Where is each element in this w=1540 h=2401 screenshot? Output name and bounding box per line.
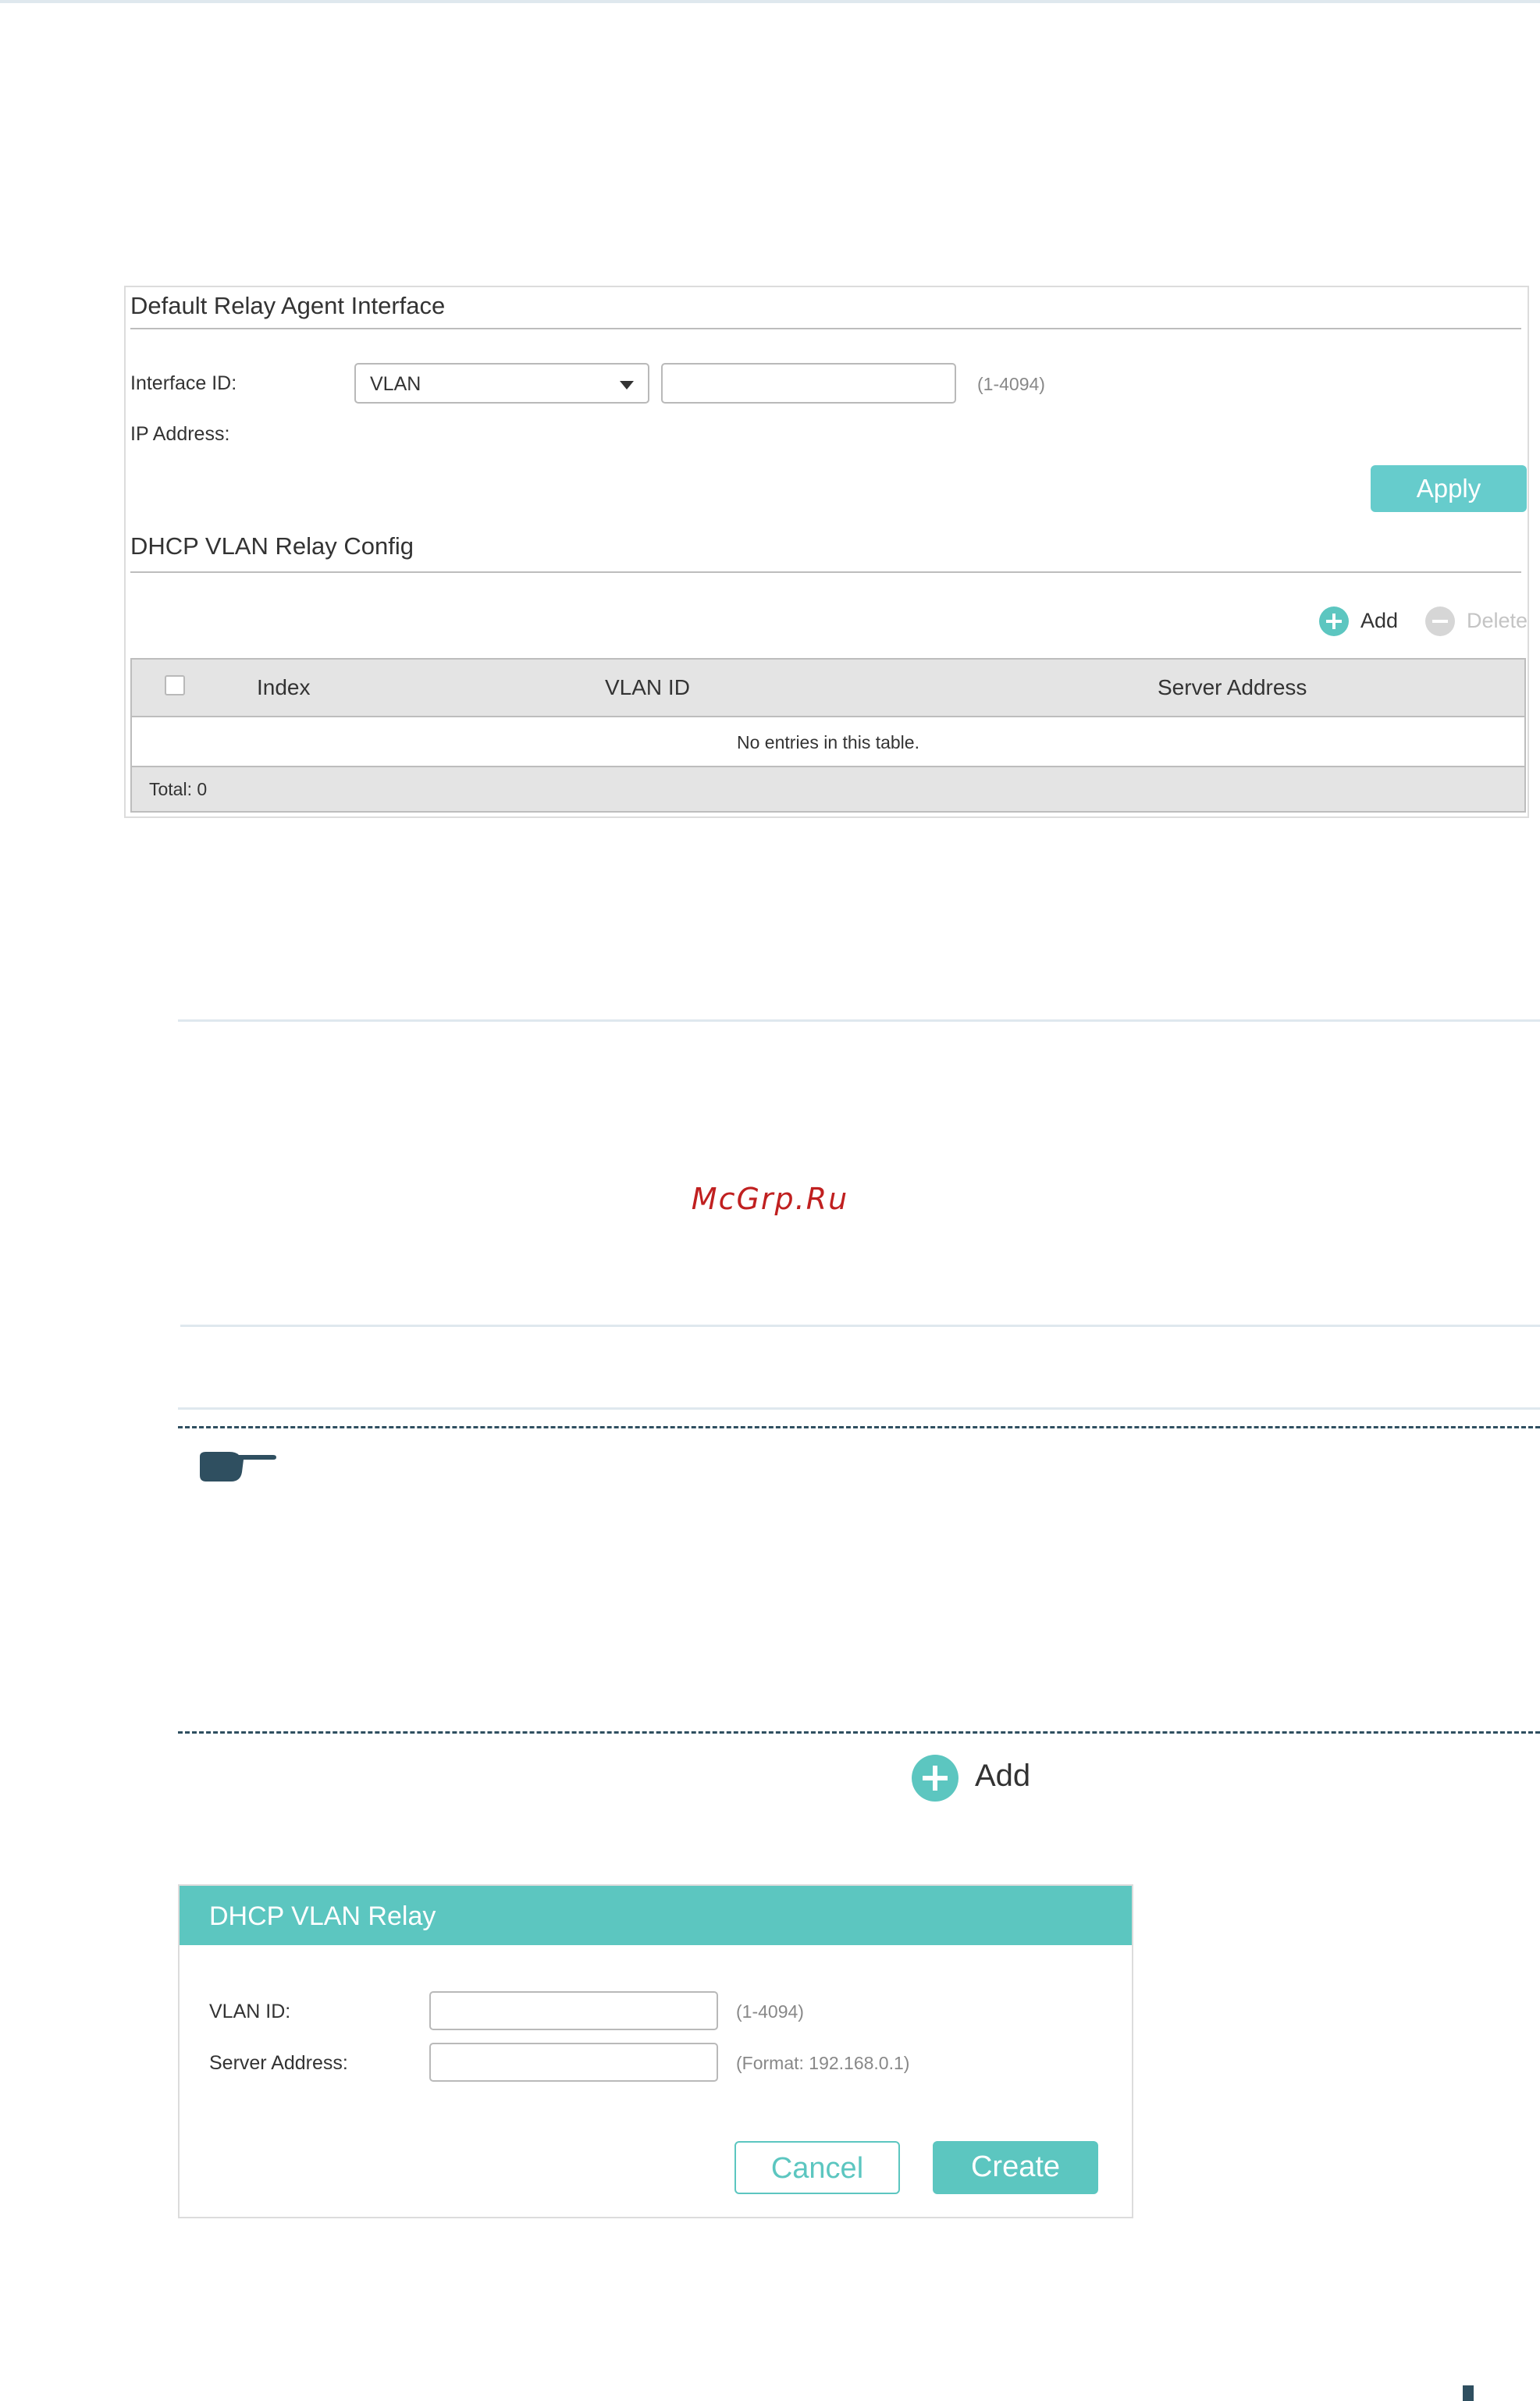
note-bottom-dashed-rule [178, 1731, 1540, 1734]
dialog-header: DHCP VLAN Relay [180, 1886, 1132, 1945]
delete-entry-button[interactable]: Delete [1467, 609, 1528, 633]
add-button-label: Add [975, 1759, 1031, 1793]
column-vlan-id: VLAN ID [605, 675, 690, 699]
top-divider [0, 0, 1540, 3]
apply-button[interactable]: Apply [1371, 465, 1527, 512]
table-footer: Total: 0 [132, 766, 1524, 811]
interface-id-hint: (1-4094) [977, 374, 1045, 394]
column-server-address: Server Address [1158, 675, 1307, 699]
dhcp-vlan-relay-dialog: DHCP VLAN Relay VLAN ID: (1-4094) Server… [178, 1884, 1133, 2218]
select-all-checkbox[interactable] [165, 675, 185, 695]
empty-table-message: No entries in this table. [737, 732, 919, 752]
add-entry-button[interactable]: Add [1360, 609, 1398, 633]
dialog-title: DHCP VLAN Relay [209, 1901, 436, 1931]
section-divider [130, 571, 1521, 573]
server-address-label: Server Address: [209, 2052, 348, 2074]
cancel-button[interactable]: Cancel [734, 2141, 900, 2194]
column-index: Index [257, 675, 311, 699]
table-header: Index VLAN ID Server Address [132, 660, 1524, 717]
total-count: Total: 0 [149, 779, 208, 799]
relay-config-panel: Default Relay Agent Interface Interface … [124, 286, 1529, 818]
default-relay-section-title: Default Relay Agent Interface [130, 292, 446, 319]
caret-down-icon [620, 381, 634, 389]
watermark: McGrp.Ru [691, 1182, 849, 1216]
add-icon[interactable] [1319, 606, 1349, 636]
vlan-id-input[interactable] [429, 1991, 718, 2030]
note-top-dashed-rule [178, 1426, 1540, 1428]
interface-id-input[interactable] [661, 363, 956, 404]
horizontal-rule [180, 1325, 1540, 1327]
vlan-relay-section-title: DHCP VLAN Relay Config [130, 532, 414, 560]
add-icon[interactable] [912, 1755, 958, 1802]
pointing-hand-icon [200, 1452, 276, 1482]
horizontal-rule [178, 1019, 1540, 1022]
section-divider [130, 328, 1521, 329]
delete-icon[interactable] [1425, 606, 1455, 636]
server-address-hint: (Format: 192.168.0.1) [736, 2053, 910, 2073]
create-button[interactable]: Create [933, 2141, 1098, 2194]
ip-address-label: IP Address: [130, 423, 230, 445]
horizontal-rule [178, 1407, 1540, 1410]
interface-type-value: VLAN [370, 373, 421, 395]
vlan-relay-table: Index VLAN ID Server Address No entries … [130, 658, 1526, 813]
server-address-input[interactable] [429, 2043, 718, 2082]
interface-type-select[interactable]: VLAN [354, 363, 649, 404]
vlan-id-label: VLAN ID: [209, 2001, 291, 2022]
vlan-id-hint: (1-4094) [736, 2001, 804, 2022]
interface-id-label: Interface ID: [130, 372, 237, 394]
page-corner-mark [1463, 2385, 1474, 2401]
